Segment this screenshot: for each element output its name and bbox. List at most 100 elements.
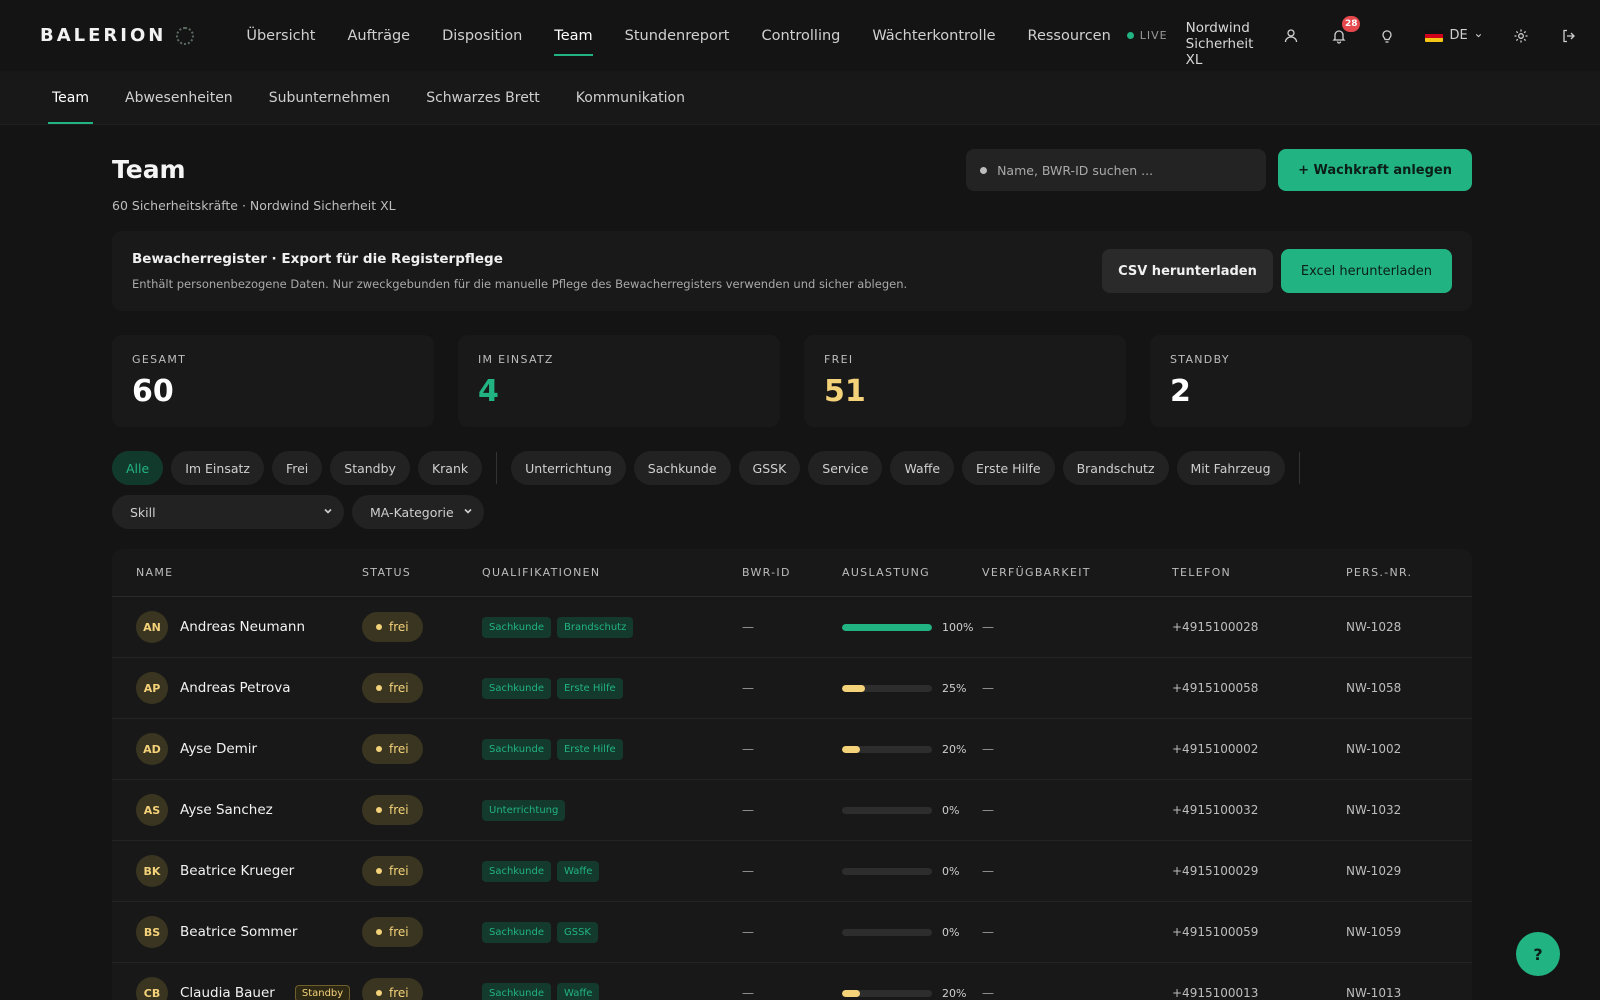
filter-chip-krank[interactable]: Krank — [417, 451, 483, 485]
tab-schwarzes-brett[interactable]: Schwarzes Brett — [426, 71, 540, 124]
filter-chip-standby[interactable]: Standby — [330, 451, 410, 485]
qualification-tag: Sachkunde — [482, 738, 551, 760]
employee-name[interactable]: Ayse Demir — [180, 741, 257, 757]
bwr-id: — — [742, 925, 754, 939]
column-header-telefon[interactable]: TELEFON — [1172, 566, 1346, 579]
help-button[interactable]: ? — [1516, 932, 1560, 976]
filter-divider — [496, 452, 498, 484]
employee-name[interactable]: Ayse Sanchez — [180, 802, 273, 818]
add-guard-button[interactable]: + Wachkraft anlegen — [1278, 149, 1472, 191]
stat-value: 2 — [1170, 374, 1191, 409]
column-header-verfügbarkeit[interactable]: VERFÜGBARKEIT — [982, 566, 1172, 579]
status-badge: frei — [362, 978, 423, 1000]
column-header-auslastung[interactable]: AUSLASTUNG — [842, 566, 982, 579]
employee-name[interactable]: Andreas Petrova — [180, 680, 291, 696]
employee-name[interactable]: Beatrice Krueger — [180, 863, 294, 879]
nav-item-team[interactable]: Team — [538, 0, 608, 71]
personnel-number: NW-1032 — [1346, 803, 1402, 817]
utilization-bar — [842, 623, 932, 631]
logout-icon[interactable] — [1559, 26, 1579, 46]
column-header-status[interactable]: STATUS — [362, 566, 482, 579]
filter-chip-mit-fahrzeug[interactable]: Mit Fahrzeug — [1176, 451, 1285, 485]
qualification-tag: Unterrichtung — [482, 799, 566, 821]
table-row[interactable]: AP Andreas Petrova frei Sachkunde Erste Hilf… — [112, 658, 1472, 719]
excel-download-button[interactable]: Excel herunterladen — [1280, 249, 1452, 293]
nav-item-übersicht[interactable]: Übersicht — [230, 0, 331, 71]
qualification-tag: GSSK — [556, 921, 598, 943]
team-table: NAME STATUS QUALIFIKATIONEN BWR-ID AUSLASTUN… — [112, 549, 1472, 1000]
qualification-tag: Sachkunde — [482, 677, 551, 699]
personnel-number: NW-1013 — [1346, 986, 1402, 1000]
germany-flag-icon — [1425, 29, 1444, 42]
name-cell: CB Claudia Bauer Standby — [136, 977, 362, 1000]
filter-chip-sachkunde[interactable]: Sachkunde — [633, 451, 731, 485]
filter-chip-service[interactable]: Service — [808, 451, 883, 485]
phone-number: +4915100013 — [1172, 986, 1259, 1000]
tenant-name[interactable]: Nordwind Sicherheit XL — [1186, 20, 1254, 68]
nav-item-wächterkontrolle[interactable]: Wächterkontrolle — [856, 0, 1011, 71]
logo[interactable]: BALERION — [40, 25, 195, 46]
avatar: BS — [136, 916, 168, 948]
column-header-qualifikationen[interactable]: QUALIFIKATIONEN — [482, 566, 742, 579]
tab-abwesenheiten[interactable]: Abwesenheiten — [125, 71, 233, 124]
search-input[interactable]: Name, BWR-ID suchen ... — [966, 149, 1267, 191]
qualifications-cell: Sachkunde Erste Hilfe — [482, 677, 742, 699]
status-label: frei — [389, 681, 409, 695]
tab-team[interactable]: Team — [47, 71, 94, 124]
tab-label: Subunternehmen — [268, 89, 391, 106]
nav-item-aufträge[interactable]: Aufträge — [331, 0, 426, 71]
live-label: LIVE — [1139, 29, 1168, 42]
page-title: Team — [112, 155, 186, 184]
nav-item-label: Wächterkontrolle — [872, 27, 996, 44]
main-nav: Übersicht Aufträge Disposition Team Stundenr… — [230, 0, 1126, 71]
phone-number: +4915100002 — [1172, 742, 1259, 756]
skill-select[interactable]: Skill — [112, 495, 344, 529]
filter-chip-im-einsatz[interactable]: Im Einsatz — [171, 451, 264, 485]
filter-chip-erste-hilfe[interactable]: Erste Hilfe — [962, 451, 1055, 485]
filter-chip-alle[interactable]: Alle — [112, 451, 164, 485]
table-row[interactable]: AS Ayse Sanchez frei Unterrichtung — 0% — +4915… — [112, 780, 1472, 841]
utilization-cell: 0% — [842, 926, 982, 939]
employee-name[interactable]: Andreas Neumann — [180, 619, 305, 635]
table-row[interactable]: BK Beatrice Krueger frei Sachkunde Waffe —0% —… — [112, 841, 1472, 902]
csv-download-button[interactable]: CSV herunterladen — [1102, 249, 1273, 293]
nav-item-disposition[interactable]: Disposition — [426, 0, 538, 71]
category-select-value: MA-Kategorie — [370, 504, 454, 520]
name-cell: AN Andreas Neumann — [136, 611, 362, 643]
top-navigation: BALERION Übersicht Aufträge Disposition Tea… — [0, 0, 1600, 71]
avatar: AN — [136, 611, 168, 643]
nav-item-ressourcen[interactable]: Ressourcen — [1012, 0, 1127, 71]
table-row[interactable]: CB Claudia Bauer Standby frei Sachkunde Waffe… — [112, 963, 1472, 1000]
status-dot-icon — [376, 929, 382, 935]
nav-item-controlling[interactable]: Controlling — [746, 0, 857, 71]
filter-chip-gssk[interactable]: GSSK — [738, 451, 801, 485]
user-icon[interactable] — [1281, 26, 1301, 46]
lightbulb-icon[interactable] — [1377, 26, 1397, 46]
language-select[interactable]: DE — [1425, 28, 1482, 43]
column-header-pers-nr[interactable]: PERS.-NR. — [1346, 566, 1472, 579]
bell-icon[interactable]: 28 — [1329, 15, 1361, 46]
bwr-id: — — [742, 742, 754, 756]
category-select[interactable]: MA-Kategorie — [352, 495, 484, 529]
employee-name[interactable]: Claudia Bauer — [180, 985, 275, 1000]
filter-chip-brandschutz[interactable]: Brandschutz — [1062, 451, 1169, 485]
tab-subunternehmen[interactable]: Subunternehmen — [269, 71, 391, 124]
filter-chip-unterrichtung[interactable]: Unterrichtung — [511, 451, 626, 485]
filter-chip-waffe[interactable]: Waffe — [890, 451, 955, 485]
table-row[interactable]: AN Andreas Neumann frei Sachkunde Brandschut… — [112, 597, 1472, 658]
column-header-name[interactable]: NAME — [136, 566, 362, 579]
table-row[interactable]: BS Beatrice Sommer frei Sachkunde GSSK —0% — +4… — [112, 902, 1472, 963]
chevron-down-icon — [1475, 34, 1481, 38]
filter-chip-frei[interactable]: Frei — [271, 451, 323, 485]
qualifications-cell: Sachkunde GSSK — [482, 921, 742, 943]
column-header-bwr-id[interactable]: BWR-ID — [742, 566, 842, 579]
utilization-fill — [842, 745, 860, 753]
employee-name[interactable]: Beatrice Sommer — [180, 924, 297, 940]
logo-mark-icon — [176, 26, 195, 45]
utilization-bar — [842, 989, 932, 997]
table-row[interactable]: AD Ayse Demir frei Sachkunde Erste Hilfe —20%… — [112, 719, 1472, 780]
tab-label: Abwesenheiten — [125, 89, 233, 106]
nav-item-stundenreport[interactable]: Stundenreport — [609, 0, 746, 71]
gear-icon[interactable] — [1511, 26, 1531, 46]
tab-kommunikation[interactable]: Kommunikation — [576, 71, 685, 124]
